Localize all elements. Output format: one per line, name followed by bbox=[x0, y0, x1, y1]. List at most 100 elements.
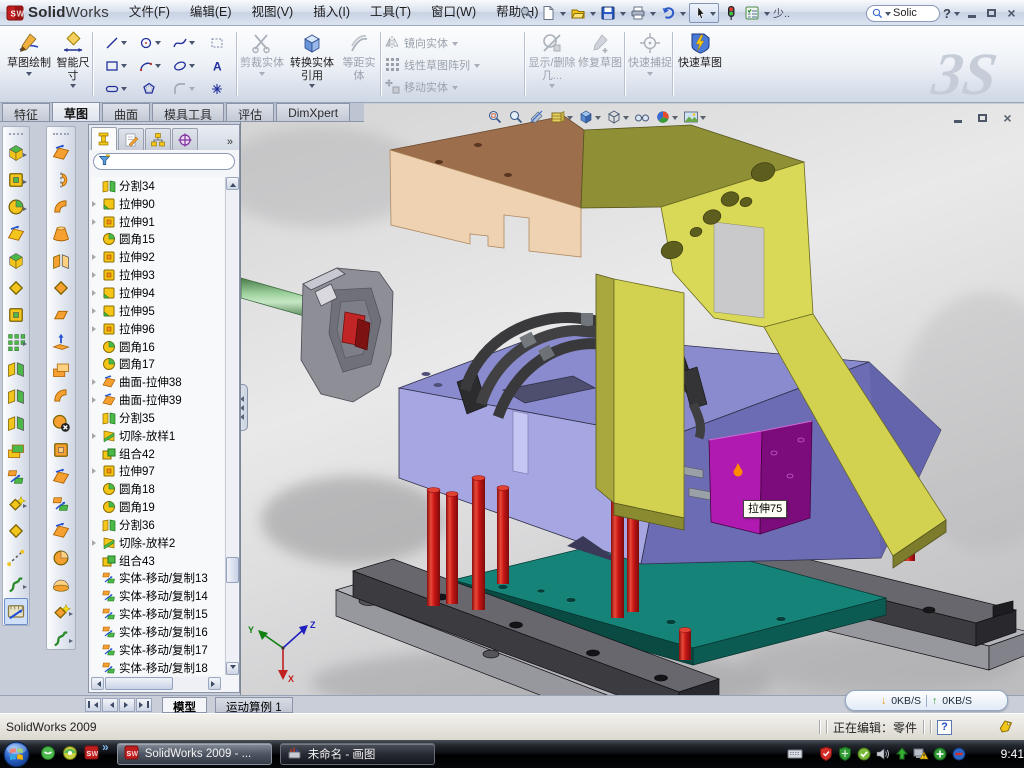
tree-item[interactable]: 分割34 bbox=[91, 177, 224, 195]
insert-feature-button[interactable] bbox=[3, 490, 29, 517]
convert-entities-button[interactable]: 转换实体引用 bbox=[286, 29, 338, 101]
doc-close-button[interactable]: × bbox=[999, 110, 1016, 125]
tree-item[interactable]: 拉伸91 bbox=[91, 213, 224, 231]
apply-scene-button[interactable] bbox=[683, 109, 706, 125]
tree-item[interactable]: 曲面-拉伸38 bbox=[91, 373, 224, 391]
extruded-boss-button[interactable] bbox=[3, 139, 29, 166]
draft-feature-button[interactable] bbox=[3, 274, 29, 301]
tree-item[interactable]: 拉伸95 bbox=[91, 302, 224, 320]
delete-face-button[interactable] bbox=[47, 409, 75, 436]
dimxpertmanager-tab[interactable] bbox=[172, 128, 198, 150]
model-slide-unit-gray[interactable] bbox=[301, 268, 393, 402]
sketch-entity-point-button[interactable] bbox=[200, 77, 234, 100]
curved-surface-button[interactable] bbox=[47, 382, 75, 409]
swept-boss-button[interactable] bbox=[3, 220, 29, 247]
tree-item[interactable]: 实体-移动/复制18 bbox=[91, 659, 224, 675]
rebuild-button[interactable] bbox=[722, 4, 740, 22]
step-back-button[interactable] bbox=[102, 698, 118, 712]
command-tab-0[interactable]: 特征 bbox=[2, 103, 50, 121]
zoom-fit-button[interactable] bbox=[487, 109, 503, 125]
freeform-button[interactable] bbox=[47, 598, 75, 625]
combine-bodies-button[interactable] bbox=[3, 382, 29, 409]
thicken-surface-button[interactable] bbox=[47, 355, 75, 382]
display-style-button[interactable] bbox=[578, 109, 601, 125]
sketch-entity-selbox-button[interactable] bbox=[200, 31, 234, 54]
view-settings-button[interactable] bbox=[634, 109, 650, 125]
menu-1[interactable]: 编辑(E) bbox=[180, 0, 242, 25]
surface-curves-button[interactable] bbox=[47, 625, 75, 652]
display-delete-relations-button[interactable]: 显示/删除几... bbox=[528, 29, 576, 101]
select-tool-button[interactable] bbox=[689, 3, 719, 23]
extruded-cut-button[interactable] bbox=[3, 166, 29, 193]
minimize-button[interactable] bbox=[963, 6, 980, 21]
lofted-boss-button[interactable] bbox=[3, 247, 29, 274]
menu-5[interactable]: 窗口(W) bbox=[421, 0, 486, 25]
status-help-button[interactable]: ? bbox=[937, 720, 952, 735]
configurationmanager-tab[interactable] bbox=[145, 128, 171, 150]
go-to-end-button[interactable] bbox=[136, 698, 152, 712]
go-to-start-button[interactable] bbox=[85, 698, 101, 712]
tree-item[interactable]: 拉伸90 bbox=[91, 195, 224, 213]
tree-filter-box[interactable] bbox=[93, 153, 235, 170]
extend-surface-button[interactable] bbox=[47, 328, 75, 355]
tree-item[interactable]: 实体-移动/复制14 bbox=[91, 587, 224, 605]
tree-item[interactable]: 组合43 bbox=[91, 552, 224, 570]
scroll-up-button[interactable] bbox=[226, 177, 239, 190]
tree-item[interactable]: 圆角17 bbox=[91, 355, 224, 373]
doc-restore-button[interactable] bbox=[974, 110, 991, 125]
repair-sketch-button[interactable]: 修复草图 bbox=[578, 29, 622, 101]
options-button[interactable] bbox=[743, 4, 761, 22]
tray-upload-arrow-icon[interactable] bbox=[894, 746, 910, 762]
solidworks-launcher-launcher[interactable]: SW bbox=[84, 745, 100, 764]
tray-antivirus-shield-icon[interactable] bbox=[818, 746, 834, 762]
scroll-thumb[interactable] bbox=[226, 557, 239, 583]
dome-surface-button[interactable] bbox=[47, 571, 75, 598]
sketch-entity-line-button[interactable] bbox=[98, 31, 132, 54]
menu-2[interactable]: 视图(V) bbox=[242, 0, 304, 25]
sketch-entity-circle-button[interactable] bbox=[132, 31, 166, 54]
tree-item[interactable]: 拉伸92 bbox=[91, 248, 224, 266]
hide-show-items-button[interactable] bbox=[606, 109, 629, 125]
undo-button[interactable] bbox=[659, 4, 677, 22]
tree-vertical-scrollbar[interactable] bbox=[225, 177, 238, 675]
quick-launch-overflow[interactable]: » bbox=[102, 740, 109, 754]
curves-button[interactable] bbox=[3, 571, 29, 598]
tree-item[interactable]: 圆角15 bbox=[91, 231, 224, 249]
taskbar-window-1[interactable]: 未命名 - 画图 bbox=[280, 743, 435, 765]
menu-4[interactable]: 工具(T) bbox=[360, 0, 421, 25]
section-view-button[interactable] bbox=[529, 109, 545, 125]
split-body-button[interactable] bbox=[3, 409, 29, 436]
tree-item[interactable]: 拉伸93 bbox=[91, 266, 224, 284]
tree-item[interactable]: 拉伸94 bbox=[91, 284, 224, 302]
tree-item[interactable]: 拉伸96 bbox=[91, 320, 224, 338]
search-input[interactable] bbox=[893, 7, 933, 19]
replace-face-button[interactable] bbox=[47, 436, 75, 463]
knit-surface-button[interactable] bbox=[47, 544, 75, 571]
model-upper-plate-tan[interactable] bbox=[390, 116, 584, 257]
linear-sketch-pattern-button[interactable]: 线性草图阵列 bbox=[384, 54, 518, 76]
doc-minimize-button[interactable] bbox=[949, 110, 966, 125]
sketch-entity-fillet-button[interactable] bbox=[166, 77, 200, 100]
tree-item[interactable]: 分割36 bbox=[91, 516, 224, 534]
featuremanager-design-tree-tab[interactable] bbox=[91, 127, 117, 150]
sketch-entity-polygon-button[interactable] bbox=[132, 77, 166, 100]
new-document-button[interactable] bbox=[539, 4, 557, 22]
tree-item[interactable]: 分割35 bbox=[91, 409, 224, 427]
save-button[interactable] bbox=[599, 4, 617, 22]
offset-surface-button[interactable] bbox=[47, 490, 75, 517]
close-button[interactable]: × bbox=[1003, 6, 1020, 21]
mirror-bodies-button[interactable] bbox=[3, 355, 29, 382]
mirror-entities-button[interactable]: 镜向实体 bbox=[384, 32, 518, 54]
fillet-feature-button[interactable] bbox=[3, 193, 29, 220]
sketch-entity-textA-button[interactable]: A bbox=[200, 54, 234, 77]
boundary-surface-button[interactable] bbox=[47, 247, 75, 274]
planar-surface-button[interactable] bbox=[47, 301, 75, 328]
panel-overflow-button[interactable]: » bbox=[223, 136, 237, 150]
model-tab-0[interactable]: 模型 bbox=[162, 697, 207, 713]
scroll-right-button[interactable] bbox=[208, 677, 221, 690]
tree-item[interactable]: 圆角19 bbox=[91, 498, 224, 516]
pin-icon[interactable] bbox=[518, 4, 536, 22]
tree-horizontal-scrollbar[interactable] bbox=[91, 677, 221, 690]
tree-item[interactable]: 实体-移动/复制17 bbox=[91, 641, 224, 659]
propertymanager-tab[interactable] bbox=[118, 128, 144, 150]
